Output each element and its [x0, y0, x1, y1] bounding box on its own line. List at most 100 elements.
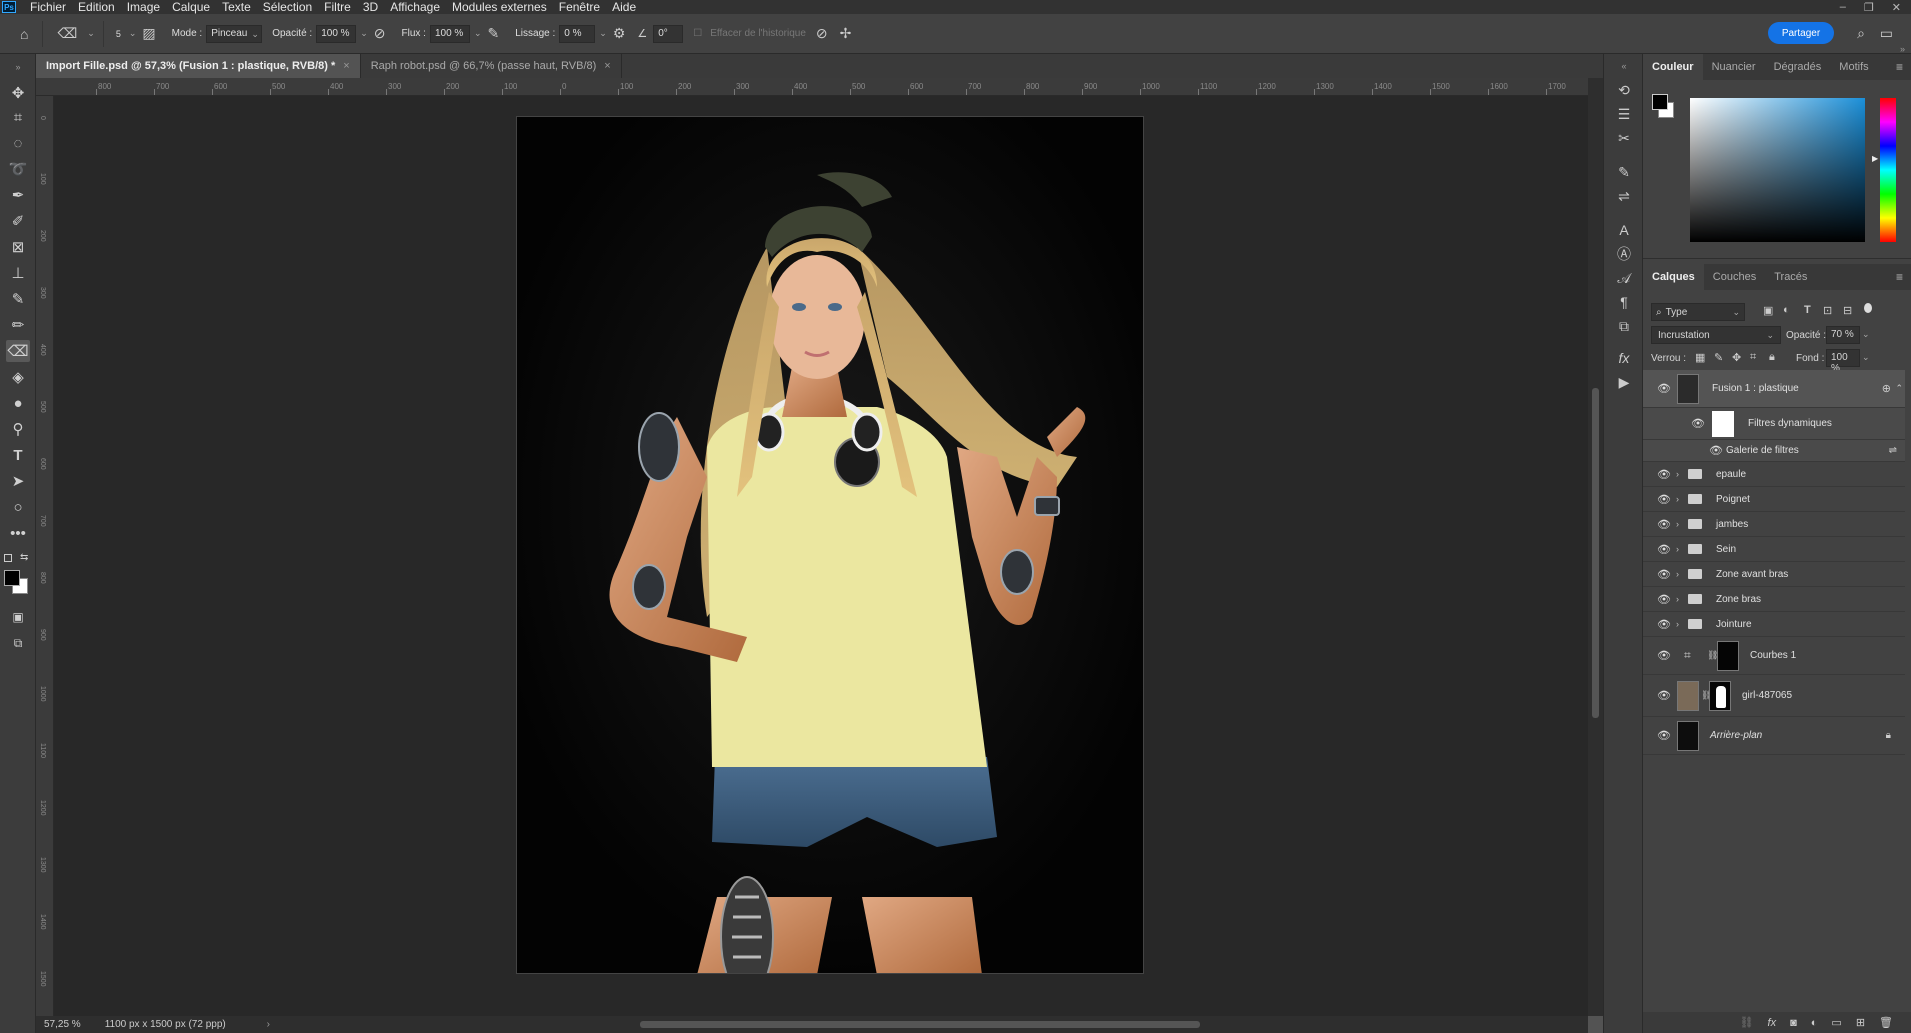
- tab-degrades[interactable]: Dégradés: [1765, 54, 1831, 80]
- character-icon[interactable]: A: [1614, 220, 1634, 240]
- character-styles-icon[interactable]: Ⓐ: [1614, 244, 1634, 264]
- eraser-tool-icon[interactable]: ⌫: [6, 340, 30, 362]
- chevron-right-icon[interactable]: ›: [267, 1019, 270, 1030]
- visibility-eye-icon[interactable]: 👁︎: [1657, 493, 1671, 506]
- horizontal-scrollbar[interactable]: [280, 1016, 1588, 1033]
- menu-modules-externes[interactable]: Modules externes: [446, 0, 553, 14]
- lock-position-icon[interactable]: ✥: [1732, 351, 1741, 364]
- pen-tool-icon[interactable]: ✒: [6, 184, 30, 206]
- layer-row-group[interactable]: 👁︎ › Zone avant bras: [1643, 562, 1905, 587]
- dodge-tool-icon[interactable]: ⚲: [6, 418, 30, 440]
- horizontal-ruler[interactable]: 800 700 600 500 400 300 200 100 0 100 200 300 400 500…: [36, 78, 1624, 96]
- vertical-ruler[interactable]: 0 100 200 300 400 500 600 700 800 900 1000 1100 1200…: [36, 96, 54, 1016]
- menu-3d[interactable]: 3D: [357, 0, 384, 14]
- visibility-eye-icon[interactable]: 👁︎: [1657, 468, 1671, 481]
- hue-slider[interactable]: [1880, 98, 1896, 242]
- screen-mode-icon[interactable]: ⧉: [6, 632, 30, 654]
- scroll-thumb[interactable]: [640, 1021, 1200, 1028]
- menu-image[interactable]: Image: [121, 0, 166, 14]
- new-layer-icon[interactable]: ⊞: [1856, 1016, 1865, 1029]
- paragraph-styles-icon[interactable]: ⧉: [1614, 316, 1634, 336]
- stamp-tool-icon[interactable]: ⊥: [6, 262, 30, 284]
- lock-all-icon[interactable]: 🔒︎: [1769, 351, 1775, 364]
- visibility-eye-icon[interactable]: 👁︎: [1657, 543, 1671, 556]
- layer-mask-thumbnail[interactable]: [1717, 641, 1739, 671]
- chevron-right-icon[interactable]: ›: [1676, 544, 1679, 554]
- color-field[interactable]: [1690, 98, 1865, 242]
- crop-tool-icon[interactable]: ⌗: [6, 106, 30, 128]
- chevron-right-icon[interactable]: ›: [1676, 469, 1679, 479]
- visibility-eye-icon[interactable]: 👁︎: [1657, 518, 1671, 531]
- chevron-right-icon[interactable]: ›: [1676, 569, 1679, 579]
- search-icon[interactable]: ⌕: [1857, 25, 1865, 42]
- adjustments-icon[interactable]: ☰: [1614, 104, 1634, 124]
- visibility-eye-icon[interactable]: 👁︎: [1657, 729, 1671, 742]
- lissage-field[interactable]: 0 %: [559, 24, 596, 43]
- flux-field[interactable]: 100 %: [429, 24, 470, 43]
- layer-row-fusion[interactable]: 👁︎ Fusion 1 : plastique ⊕ ⌃: [1643, 370, 1905, 408]
- new-group-icon[interactable]: ▭: [1831, 1016, 1841, 1029]
- actions-play-icon[interactable]: ▶: [1614, 372, 1634, 392]
- foreground-color-swatch[interactable]: [4, 570, 20, 586]
- glyphs-icon[interactable]: 𝒜: [1614, 268, 1634, 288]
- brush-settings-icon[interactable]: ⇌: [1614, 186, 1634, 206]
- chevron-right-icon[interactable]: ›: [1676, 494, 1679, 504]
- lasso-tool-icon[interactable]: ➰: [6, 158, 30, 180]
- menu-texte[interactable]: Texte: [216, 0, 257, 14]
- tab-motifs[interactable]: Motifs: [1830, 54, 1877, 80]
- tab-couches[interactable]: Couches: [1704, 264, 1765, 290]
- layer-row-group[interactable]: 👁︎ › Zone bras: [1643, 587, 1905, 612]
- chevron-up-icon[interactable]: ⌃: [1895, 383, 1903, 394]
- add-mask-icon[interactable]: ◙: [1790, 1017, 1797, 1029]
- panel-menu-icon[interactable]: ≡: [1896, 270, 1903, 284]
- chevron-down-icon[interactable]: ⌄: [1862, 329, 1870, 340]
- minimize-icon[interactable]: –: [1840, 1, 1846, 14]
- tools-scissors-icon[interactable]: ✂: [1614, 128, 1634, 148]
- add-style-fx-icon[interactable]: fx: [1768, 1017, 1777, 1029]
- share-button[interactable]: Partager: [1768, 22, 1834, 44]
- ellipse-tool-icon[interactable]: ○: [6, 496, 30, 518]
- layer-name[interactable]: Fusion 1 : plastique: [1712, 383, 1799, 394]
- styles-fx-icon[interactable]: fx: [1614, 348, 1634, 368]
- hue-slider-handle[interactable]: ▶: [1872, 154, 1878, 163]
- document-canvas[interactable]: [516, 116, 1144, 974]
- link-layers-icon[interactable]: ⛓: [1740, 1016, 1754, 1029]
- visibility-eye-icon[interactable]: 👁︎: [1657, 649, 1671, 662]
- tab-nuancier[interactable]: Nuancier: [1703, 54, 1765, 80]
- lock-image-icon[interactable]: ✎: [1714, 351, 1723, 364]
- close-icon[interactable]: ×: [604, 60, 610, 72]
- path-selection-tool-icon[interactable]: ➤: [6, 470, 30, 492]
- layer-row-filter-gallery[interactable]: 👁︎ Galerie de filtres ⇌: [1643, 440, 1905, 462]
- tab-import-fille[interactable]: Import Fille.psd @ 57,3% (Fusion 1 : pla…: [36, 54, 361, 78]
- menu-fenetre[interactable]: Fenêtre: [553, 0, 606, 14]
- layer-row-background[interactable]: 👁︎ Arrière-plan 🔒︎: [1643, 717, 1905, 755]
- marquee-tool-icon[interactable]: ◌: [6, 132, 30, 154]
- lock-artboard-icon[interactable]: ⌗: [1750, 351, 1756, 364]
- layer-mask-thumbnail[interactable]: [1709, 681, 1731, 711]
- vertical-scrollbar[interactable]: [1588, 78, 1603, 1016]
- quick-selection-tool-icon[interactable]: ✐: [6, 210, 30, 232]
- close-icon[interactable]: ×: [343, 60, 349, 72]
- home-icon[interactable]: ⌂: [20, 26, 28, 42]
- menu-fichier[interactable]: Fichier: [24, 0, 72, 14]
- visibility-eye-icon[interactable]: 👁︎: [1657, 689, 1671, 702]
- visibility-eye-icon[interactable]: 👁︎: [1657, 568, 1671, 581]
- brush-size-preview[interactable]: 5: [112, 25, 125, 43]
- lock-icon[interactable]: 🔒︎: [1886, 730, 1891, 741]
- chevron-right-icon[interactable]: ›: [1676, 519, 1679, 529]
- menu-selection[interactable]: Sélection: [257, 0, 318, 14]
- history-checkbox[interactable]: ☐: [693, 28, 702, 39]
- visibility-eye-icon[interactable]: 👁︎: [1691, 417, 1705, 430]
- move-tool-icon[interactable]: ✥: [6, 82, 30, 104]
- opacity-field[interactable]: 100 %: [316, 24, 357, 43]
- chevron-down-icon[interactable]: ⌄: [87, 28, 95, 39]
- airbrush-icon[interactable]: ✎: [488, 25, 500, 42]
- more-tools-icon[interactable]: •••: [6, 522, 30, 544]
- lock-transparency-icon[interactable]: ▦: [1695, 351, 1705, 364]
- swap-colors-icon[interactable]: ⇆: [20, 552, 28, 563]
- chevron-down-icon[interactable]: ⌄: [1862, 352, 1870, 363]
- tab-couleur[interactable]: Couleur: [1643, 54, 1703, 80]
- layer-row-group[interactable]: 👁︎ › jambes: [1643, 512, 1905, 537]
- filter-adjustment-icon[interactable]: ◐: [1783, 304, 1790, 316]
- default-colors-icon[interactable]: [4, 554, 12, 562]
